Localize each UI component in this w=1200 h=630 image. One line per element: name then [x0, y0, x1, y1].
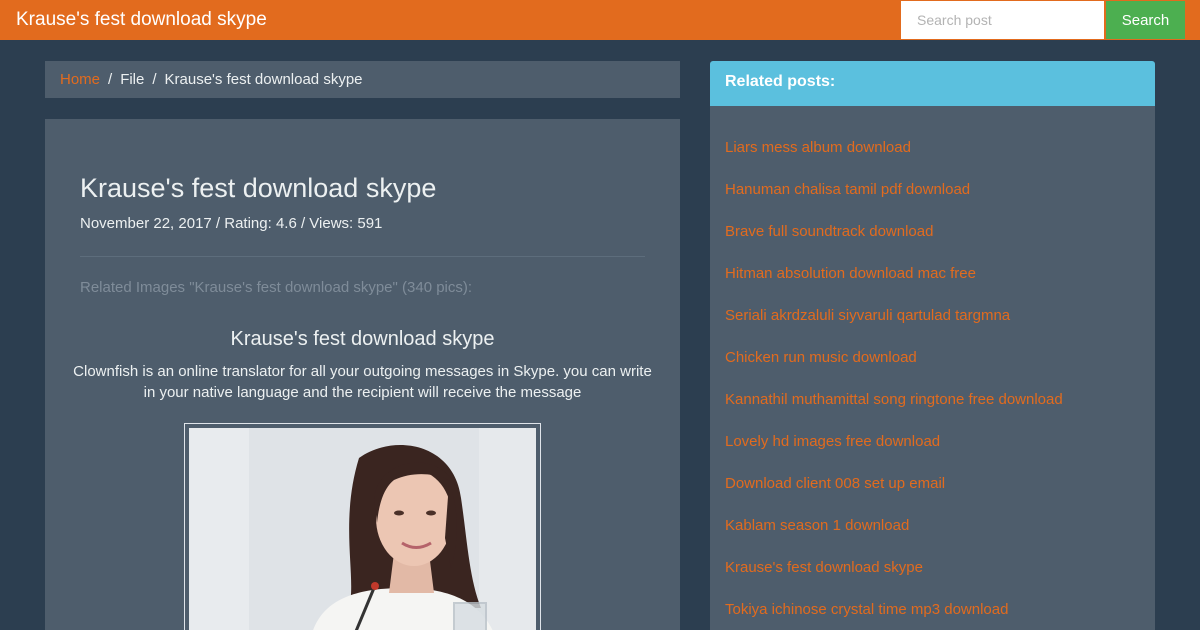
related-post-link[interactable]: Hanuman chalisa tamil pdf download — [725, 181, 970, 198]
list-item: Liars mess album download — [725, 139, 911, 159]
post-meta: November 22, 2017 / Rating: 4.6 / Views:… — [80, 215, 383, 232]
post-title: Krause's fest download skype — [80, 173, 437, 203]
list-item: Download client 008 set up email — [725, 475, 945, 495]
article-panel: Krause's fest download skype November 22… — [45, 119, 680, 630]
breadcrumb: Home / File / Krause's fest download skype — [45, 61, 680, 98]
breadcrumb-home-link[interactable]: Home — [60, 71, 100, 88]
breadcrumb-file: File — [120, 71, 145, 88]
list-item: Lovely hd images free download — [725, 433, 940, 453]
related-post-link[interactable]: Chicken run music download — [725, 349, 917, 366]
related-post-link[interactable]: Lovely hd images free download — [725, 433, 940, 450]
list-item: Tokiya ichinose crystal time mp3 downloa… — [725, 601, 1008, 621]
sidebar-spacer — [710, 106, 1155, 127]
related-posts-list: Liars mess album download Hanuman chalis… — [710, 127, 1155, 630]
list-item: Seriali akrdzaluli siyvaruli qartulad ta… — [725, 307, 1010, 327]
related-post-link[interactable]: Download client 008 set up email — [725, 475, 945, 492]
list-item: Brave full soundtrack download — [725, 223, 933, 243]
image-caption: Clownfish is an online translator for al… — [73, 363, 652, 401]
breadcrumb-separator: / — [152, 71, 157, 88]
search-input[interactable] — [901, 1, 1104, 39]
related-posts-header: Related posts: — [710, 61, 1155, 106]
post-image-frame[interactable] — [184, 423, 541, 630]
portrait-photo-illustration — [189, 428, 536, 630]
list-item: Krause's fest download skype — [725, 559, 923, 579]
related-post-link[interactable]: Hitman absolution download mac free — [725, 265, 976, 282]
top-navbar: Krause's fest download skype Search — [0, 0, 1200, 40]
related-post-link[interactable]: Seriali akrdzaluli siyvaruli qartulad ta… — [725, 307, 1010, 324]
post-image — [189, 428, 536, 630]
related-post-link[interactable]: Kablam season 1 download — [725, 517, 909, 534]
image-title: Krause's fest download skype — [230, 328, 495, 350]
divider — [80, 256, 645, 257]
site-brand-link[interactable]: Krause's fest download skype — [16, 9, 267, 31]
breadcrumb-current: Krause's fest download skype — [164, 71, 363, 88]
related-post-link[interactable]: Liars mess album download — [725, 139, 911, 156]
list-item: Kablam season 1 download — [725, 517, 909, 537]
list-item: Chicken run music download — [725, 349, 917, 369]
related-post-link[interactable]: Tokiya ichinose crystal time mp3 downloa… — [725, 601, 1008, 618]
related-post-link[interactable]: Krause's fest download skype — [725, 559, 923, 576]
related-post-link[interactable]: Kannathil muthamittal song ringtone free… — [725, 391, 1063, 408]
list-item: Kannathil muthamittal song ringtone free… — [725, 391, 1063, 411]
list-item: Hitman absolution download mac free — [725, 265, 976, 285]
list-item: Hanuman chalisa tamil pdf download — [725, 181, 970, 201]
related-images-heading: Related Images "Krause's fest download s… — [80, 279, 473, 296]
related-post-link[interactable]: Brave full soundtrack download — [725, 223, 933, 240]
breadcrumb-separator: / — [108, 71, 113, 88]
search-button[interactable]: Search — [1106, 1, 1185, 39]
